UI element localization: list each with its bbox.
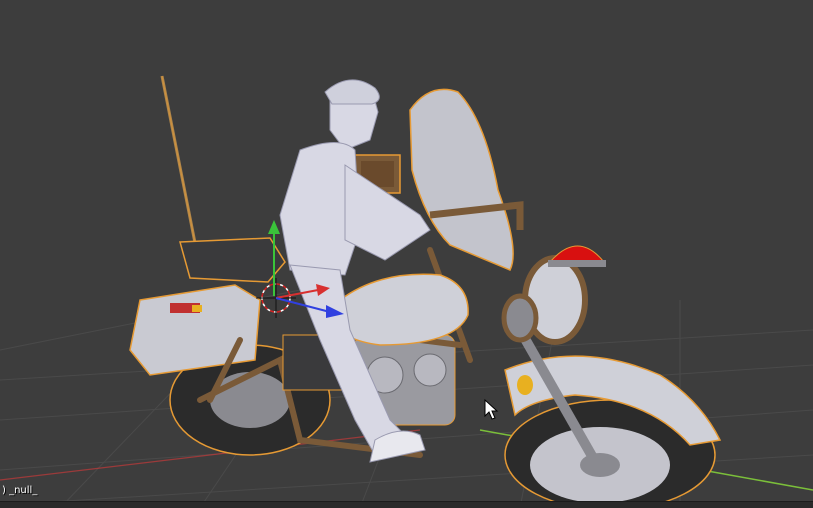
- mouse-pointer-icon: [484, 398, 499, 420]
- viewport-header-strip[interactable]: [0, 501, 813, 508]
- 3d-viewport[interactable]: ) _null_: [0, 0, 813, 508]
- headlight: [501, 255, 588, 345]
- windshield: [409, 88, 514, 271]
- viewport-canvas[interactable]: [0, 0, 813, 508]
- siren-light: [548, 245, 606, 267]
- manipulator-z-arrow-icon[interactable]: [268, 220, 280, 234]
- object-name: _null_: [9, 485, 38, 496]
- object-index: ): [2, 485, 6, 496]
- seat: [179, 237, 286, 283]
- fuel-tank: [334, 273, 469, 346]
- saddlebag: [129, 284, 261, 376]
- active-object-label: ) _null_: [2, 485, 37, 496]
